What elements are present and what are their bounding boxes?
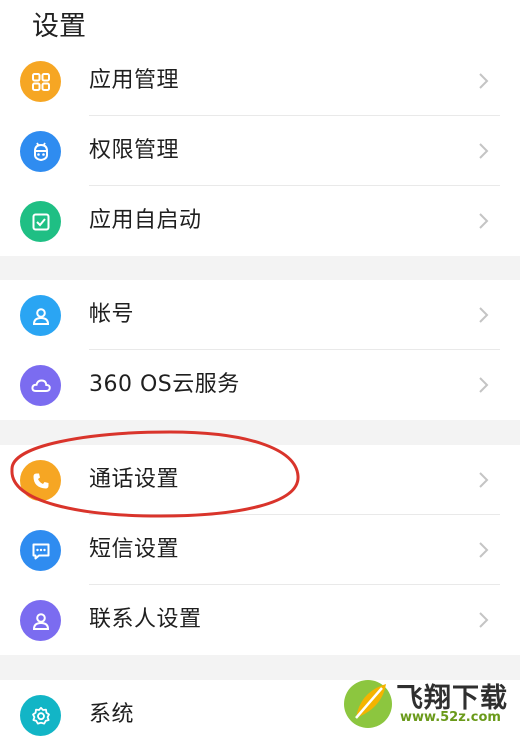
robot-shield-icon xyxy=(20,131,61,172)
settings-item-label: 权限管理 xyxy=(89,138,180,163)
gear-icon xyxy=(20,695,61,736)
settings-item-app-management[interactable]: 应用管理 xyxy=(0,46,520,116)
section-gap xyxy=(0,420,520,445)
user-icon xyxy=(20,295,61,336)
settings-item-account[interactable]: 帐号 xyxy=(0,280,520,350)
chevron-right-icon xyxy=(476,469,490,491)
cloud-icon xyxy=(20,365,61,406)
settings-item-permission-management[interactable]: 权限管理 xyxy=(0,116,520,186)
grid-apps-icon xyxy=(20,61,61,102)
settings-item-call-settings[interactable]: 通话设置 xyxy=(0,445,520,515)
chevron-right-icon xyxy=(476,304,490,326)
settings-item-cloud-service[interactable]: 360 OS云服务 xyxy=(0,350,520,420)
settings-item-label: 360 OS云服务 xyxy=(89,372,240,397)
settings-item-sms-settings[interactable]: 短信设置 xyxy=(0,515,520,585)
settings-item-label: 系统 xyxy=(89,702,135,727)
settings-item-label: 帐号 xyxy=(89,302,135,327)
settings-item-label: 通话设置 xyxy=(89,467,180,492)
chevron-right-icon xyxy=(476,70,490,92)
leaf-logo-icon xyxy=(344,680,392,728)
chevron-right-icon xyxy=(476,210,490,232)
contact-icon xyxy=(20,600,61,641)
watermark-url: www.52z.com xyxy=(400,710,501,725)
settings-item-app-autostart[interactable]: 应用自启动 xyxy=(0,186,520,256)
chevron-right-icon xyxy=(476,140,490,162)
message-icon xyxy=(20,530,61,571)
settings-item-label: 联系人设置 xyxy=(89,607,202,632)
chevron-right-icon xyxy=(476,609,490,631)
settings-item-label: 应用管理 xyxy=(89,68,180,93)
settings-item-label: 应用自启动 xyxy=(89,208,202,233)
chevron-right-icon xyxy=(476,539,490,561)
settings-item-label: 短信设置 xyxy=(89,537,180,562)
settings-item-contacts-settings[interactable]: 联系人设置 xyxy=(0,585,520,655)
watermark-logo: 飞翔下载 www.52z.com xyxy=(340,672,518,732)
section-gap xyxy=(0,256,520,280)
checkbox-icon xyxy=(20,201,61,242)
phone-icon xyxy=(20,460,61,501)
chevron-right-icon xyxy=(476,374,490,396)
page-title: 设置 xyxy=(32,11,86,42)
